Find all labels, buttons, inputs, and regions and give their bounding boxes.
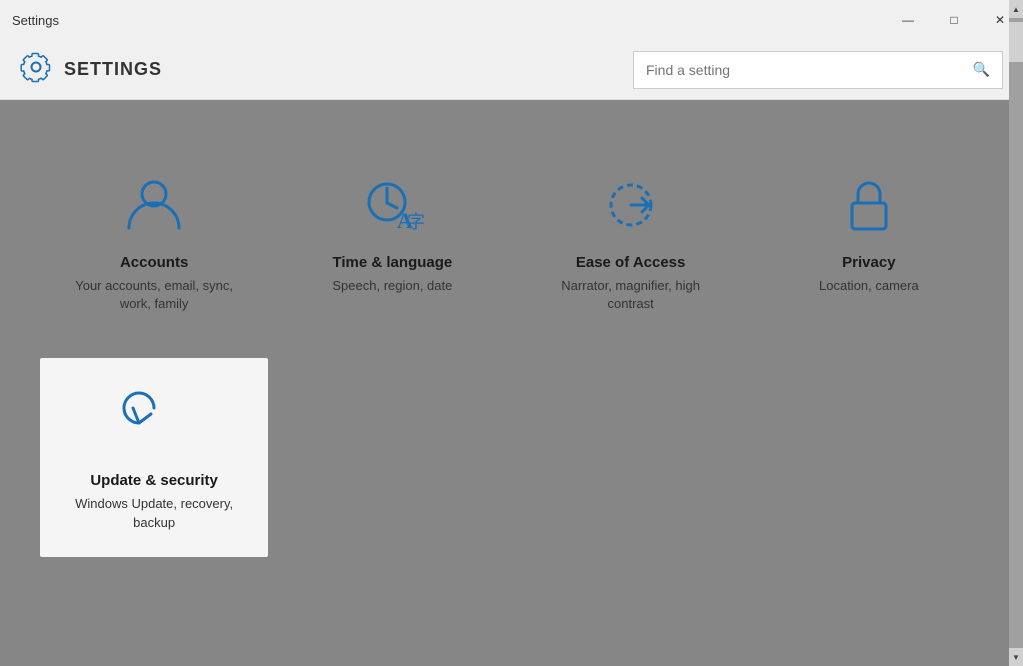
accounts-icon	[119, 170, 189, 240]
setting-item-time-language[interactable]: A 字 Time & language Speech, region, date	[278, 140, 506, 338]
settings-grid-row1: Accounts Your accounts, email, sync, wor…	[40, 140, 983, 338]
ease-of-access-desc: Narrator, magnifier, high contrast	[537, 277, 725, 313]
app-title: SETTINGS	[64, 59, 162, 80]
app-header: SETTINGS 🔍	[0, 40, 1023, 100]
setting-item-accounts[interactable]: Accounts Your accounts, email, sync, wor…	[40, 140, 268, 338]
minimize-button[interactable]: —	[885, 0, 931, 40]
update-security-icon	[119, 388, 189, 458]
setting-item-privacy[interactable]: Privacy Location, camera	[755, 140, 983, 338]
scroll-up-arrow[interactable]: ▲	[1009, 0, 1023, 18]
setting-item-update-security[interactable]: Update & security Windows Update, recove…	[40, 358, 268, 556]
search-input[interactable]	[646, 62, 973, 78]
privacy-name: Privacy	[842, 254, 895, 271]
title-bar: Settings — □ ✕	[0, 0, 1023, 40]
maximize-button[interactable]: □	[931, 0, 977, 40]
accounts-desc: Your accounts, email, sync, work, family	[60, 277, 248, 313]
update-security-desc: Windows Update, recovery, backup	[60, 495, 248, 531]
update-security-name: Update & security	[90, 472, 218, 489]
setting-item-ease-of-access[interactable]: Ease of Access Narrator, magnifier, high…	[517, 140, 745, 338]
scroll-track[interactable]	[1009, 18, 1023, 648]
svg-text:字: 字	[407, 212, 425, 232]
search-box[interactable]: 🔍	[633, 51, 1003, 89]
time-language-name: Time & language	[332, 254, 452, 271]
window-title: Settings	[12, 13, 59, 28]
settings-grid-row2: Update & security Windows Update, recove…	[40, 358, 983, 556]
accounts-name: Accounts	[120, 254, 188, 271]
header-left: SETTINGS	[20, 51, 162, 88]
ease-of-access-name: Ease of Access	[576, 254, 686, 271]
scroll-thumb[interactable]	[1009, 22, 1023, 62]
scroll-down-arrow[interactable]: ▼	[1009, 648, 1023, 666]
time-language-desc: Speech, region, date	[332, 277, 452, 295]
main-content: Accounts Your accounts, email, sync, wor…	[0, 100, 1023, 666]
privacy-icon	[834, 170, 904, 240]
privacy-desc: Location, camera	[819, 277, 919, 295]
settings-gear-icon	[20, 51, 52, 88]
time-language-icon: A 字	[357, 170, 427, 240]
search-icon: 🔍	[973, 61, 990, 78]
window-controls: — □ ✕	[885, 0, 1023, 40]
scrollbar[interactable]: ▲ ▼	[1009, 0, 1023, 666]
ease-of-access-icon	[596, 170, 666, 240]
